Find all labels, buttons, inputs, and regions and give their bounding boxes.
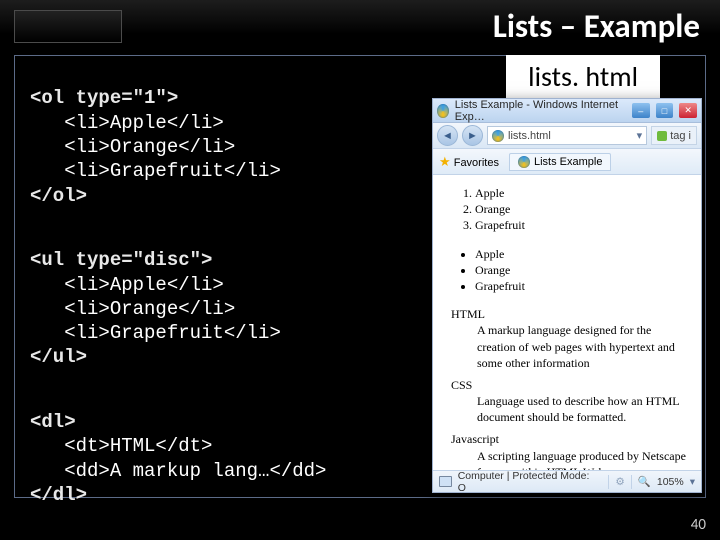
def-term: HTML — [451, 306, 691, 322]
address-text: lists.html — [508, 130, 551, 142]
back-button[interactable]: ◄ — [437, 125, 458, 146]
code-line: <li>Apple</li> — [30, 112, 224, 134]
nav-toolbar: ◄ ► lists.html ▾ tag i — [433, 123, 701, 149]
list-item: Apple — [475, 185, 691, 201]
definition-list: HTML A markup language designed for the … — [451, 306, 691, 480]
chevron-down-icon[interactable]: ▾ — [690, 476, 695, 488]
list-item: Apple — [475, 246, 691, 262]
code-dl-open: <dl> — [30, 411, 76, 433]
window-title: Lists Example - Windows Internet Exp… — [455, 99, 620, 123]
code-ul-close: </ul> — [30, 346, 87, 368]
def-term: CSS — [451, 377, 691, 393]
code-line: <dt>HTML</dt> — [30, 435, 212, 457]
status-bar: Computer | Protected Mode: O ⚙ 🔍 105% ▾ — [433, 470, 701, 492]
tag-label: tag i — [670, 130, 691, 142]
page-content: Apple Orange Grapefruit Apple Orange Gra… — [433, 175, 701, 459]
tab-icon — [518, 156, 530, 168]
forward-button[interactable]: ► — [462, 125, 483, 146]
close-button[interactable]: ✕ — [679, 103, 697, 118]
zoom-level[interactable]: 105% — [657, 476, 684, 488]
code-listing: <ol type="1"> <li>Apple</li> <li>Orange<… — [30, 62, 410, 540]
code-ul-open: <ul type="disc"> — [30, 249, 212, 271]
maximize-button[interactable]: □ — [656, 103, 674, 118]
code-line: <li>Orange</li> — [30, 136, 235, 158]
tag-icon — [657, 131, 667, 141]
page-icon — [492, 130, 504, 142]
code-line: <li>Apple</li> — [30, 274, 224, 296]
tag-button[interactable]: tag i — [651, 126, 697, 145]
address-bar[interactable]: lists.html ▾ — [487, 126, 647, 145]
list-item: Grapefruit — [475, 217, 691, 233]
computer-icon — [439, 476, 452, 487]
code-line: <li>Grapefruit</li> — [30, 160, 281, 182]
slide-number: 40 — [691, 516, 706, 534]
list-item: Orange — [475, 201, 691, 217]
security-icon[interactable]: ⚙ — [615, 476, 624, 488]
zoom-icon[interactable]: 🔍 — [638, 475, 651, 488]
slide-title: Lists – Example — [493, 6, 700, 46]
def-term: Javascript — [451, 431, 691, 447]
tab-lists-example[interactable]: Lists Example — [509, 153, 611, 171]
logo-box — [14, 10, 122, 43]
code-line: <li>Orange</li> — [30, 298, 235, 320]
browser-window: Lists Example - Windows Internet Exp… – … — [432, 98, 702, 493]
star-icon: ★ — [439, 154, 451, 169]
list-item: Grapefruit — [475, 278, 691, 294]
minimize-button[interactable]: – — [632, 103, 650, 118]
code-line: <li>Grapefruit</li> — [30, 322, 281, 344]
ordered-list: Apple Orange Grapefruit — [475, 185, 691, 234]
favorites-label: Favorites — [454, 157, 499, 169]
list-item: Orange — [475, 262, 691, 278]
favorites-bar: ★ Favorites Lists Example — [433, 149, 701, 175]
unordered-list: Apple Orange Grapefruit — [475, 246, 691, 295]
def-desc: A markup language designed for the creat… — [477, 322, 691, 371]
tab-label: Lists Example — [534, 156, 602, 168]
code-line: <dd>A markup lang…</dd> — [30, 460, 326, 482]
window-titlebar[interactable]: Lists Example - Windows Internet Exp… – … — [433, 99, 701, 123]
def-desc: Language used to describe how an HTML do… — [477, 393, 691, 425]
code-ol-close: </ol> — [30, 185, 87, 207]
favorites-button[interactable]: ★ Favorites — [439, 154, 499, 170]
chevron-down-icon[interactable]: ▾ — [637, 129, 643, 142]
ie-icon — [437, 104, 449, 118]
status-zone: Computer | Protected Mode: O — [458, 470, 597, 494]
code-ol-open: <ol type="1"> — [30, 87, 178, 109]
filename-label: lists. html — [506, 55, 660, 102]
code-dl-close: </dl> — [30, 484, 87, 506]
